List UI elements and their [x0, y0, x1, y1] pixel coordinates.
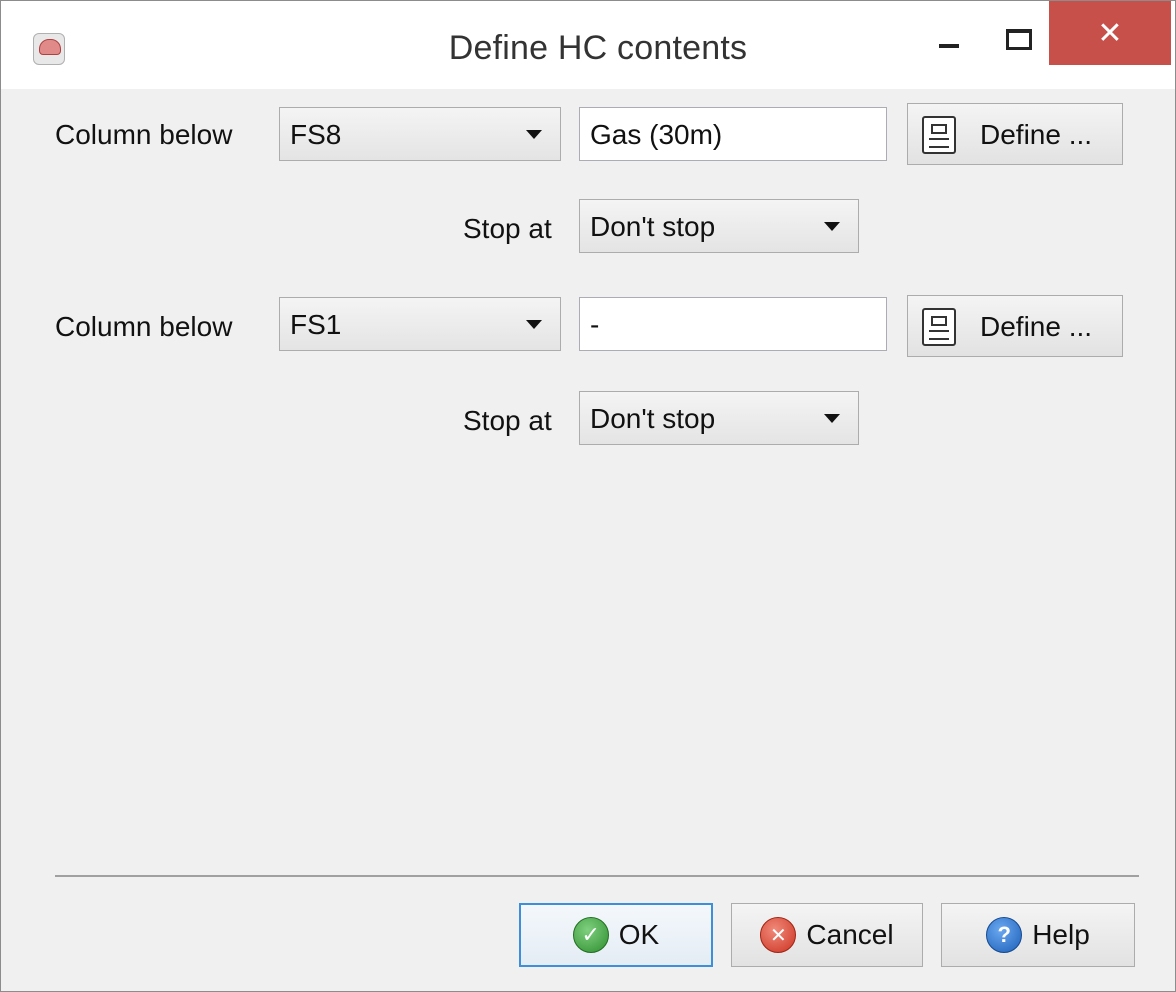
minimize-button[interactable] — [919, 11, 979, 67]
dialog-window: Define HC contents ✕ Column below FS8 Ga… — [0, 0, 1176, 992]
stop-at-select-value-2: Don't stop — [590, 403, 716, 434]
chevron-down-icon — [526, 320, 542, 329]
footer-separator — [55, 875, 1139, 877]
stop-at-select-2[interactable]: Don't stop — [579, 391, 859, 445]
cancel-button[interactable]: ✕ Cancel — [731, 903, 923, 967]
contents-field-2[interactable]: - — [579, 297, 887, 351]
stop-at-label-1: Stop at — [463, 213, 552, 244]
contents-field-1[interactable]: Gas (30m) — [579, 107, 887, 161]
ok-button[interactable]: ✓ OK — [519, 903, 713, 967]
dialog-content: Column below FS8 Gas (30m) Define ... St… — [1, 89, 1175, 991]
contents-field-value-1: Gas (30m) — [590, 119, 723, 150]
column-select-value-2: FS1 — [290, 309, 342, 340]
cancel-button-label: Cancel — [806, 919, 894, 950]
ok-button-label: OK — [618, 919, 660, 950]
close-button[interactable]: ✕ — [1049, 1, 1171, 65]
maximize-icon — [1006, 28, 1032, 50]
stop-at-select-1[interactable]: Don't stop — [579, 199, 859, 253]
define-button-1[interactable]: Define ... — [907, 103, 1123, 165]
define-button-2[interactable]: Define ... — [907, 295, 1123, 357]
column-select-2[interactable]: FS1 — [279, 297, 561, 351]
document-icon — [922, 308, 956, 346]
help-button-label: Help — [1032, 919, 1090, 950]
chevron-down-icon — [526, 130, 542, 139]
chevron-down-icon — [824, 414, 840, 423]
stop-at-select-value-1: Don't stop — [590, 211, 716, 242]
minimize-icon — [939, 44, 959, 48]
maximize-button[interactable] — [989, 11, 1049, 67]
contents-field-value-2: - — [590, 309, 600, 340]
define-button-label-2: Define ... — [980, 311, 1093, 342]
stop-at-label-2: Stop at — [463, 405, 552, 436]
close-icon: ✕ — [1097, 16, 1123, 50]
chevron-down-icon — [824, 222, 840, 231]
cancel-icon: ✕ — [760, 917, 797, 953]
column-select-1[interactable]: FS8 — [279, 107, 561, 161]
column-below-label-2: Column below — [55, 311, 233, 342]
help-icon: ? — [986, 917, 1023, 953]
checkmark-icon: ✓ — [572, 917, 609, 953]
column-select-value-1: FS8 — [290, 119, 342, 150]
document-icon — [922, 116, 956, 154]
help-button[interactable]: ? Help — [941, 903, 1135, 967]
title-bar[interactable]: Define HC contents ✕ — [1, 1, 1175, 89]
column-below-label-1: Column below — [55, 119, 233, 150]
define-button-label-1: Define ... — [980, 119, 1093, 150]
